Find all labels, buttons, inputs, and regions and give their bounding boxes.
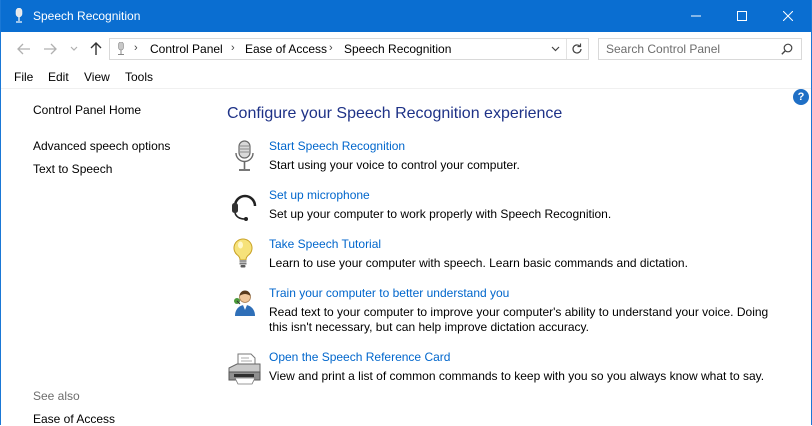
search-box[interactable] — [598, 38, 802, 60]
up-arrow-icon — [90, 42, 102, 55]
breadcrumb-speech-recognition[interactable]: Speech Recognition — [344, 42, 451, 56]
address-bar[interactable]: › Control Panel › Ease of Access › Speec… — [109, 38, 589, 60]
address-divider — [566, 39, 567, 59]
menu-view[interactable]: View — [84, 70, 110, 84]
breadcrumb-separator: › — [134, 42, 138, 54]
control-panel-home-link[interactable]: Control Panel Home — [33, 103, 141, 117]
maximize-button[interactable] — [719, 0, 765, 32]
task-description: Learn to use your computer with speech. … — [269, 256, 688, 270]
set-up-microphone-link[interactable]: Set up microphone — [269, 188, 370, 202]
microphone-icon — [235, 140, 254, 171]
menu-tools[interactable]: Tools — [125, 70, 153, 84]
speech-recognition-window: Speech Recognition › Control Panel › Eas… — [0, 0, 812, 426]
train-computer-link[interactable]: Train your computer to better understand… — [269, 286, 509, 300]
back-button[interactable] — [15, 40, 33, 58]
minimize-icon — [691, 15, 701, 17]
search-icon[interactable] — [781, 43, 793, 55]
advanced-speech-options-link[interactable]: Advanced speech options — [33, 139, 170, 153]
up-button[interactable] — [87, 40, 105, 58]
address-dropdown-icon[interactable] — [551, 46, 560, 52]
search-input[interactable] — [606, 41, 771, 57]
task-description: Set up your computer to work properly wi… — [269, 207, 612, 221]
menu-file[interactable]: File — [14, 70, 33, 84]
maximize-icon — [737, 11, 747, 21]
see-also-label: See also — [33, 389, 80, 403]
breadcrumb-control-panel[interactable]: Control Panel — [150, 42, 223, 56]
forward-button[interactable] — [41, 40, 59, 58]
recent-locations-button[interactable] — [65, 40, 83, 58]
refresh-icon[interactable] — [571, 43, 583, 55]
lightbulb-icon — [233, 238, 253, 268]
task-description: Start using your voice to control your c… — [269, 158, 520, 172]
title-bar[interactable]: Speech Recognition — [1, 0, 811, 32]
forward-arrow-icon — [44, 43, 57, 55]
take-speech-tutorial-link[interactable]: Take Speech Tutorial — [269, 237, 381, 251]
printer-icon — [228, 353, 261, 385]
microphone-location-icon — [118, 42, 124, 55]
headset-icon — [232, 194, 257, 221]
window-title: Speech Recognition — [33, 9, 141, 23]
close-icon — [783, 11, 793, 21]
breadcrumb-ease-of-access[interactable]: Ease of Access — [245, 42, 327, 56]
microphone-app-icon — [15, 8, 23, 23]
back-arrow-icon — [17, 43, 30, 55]
help-button[interactable]: ? — [793, 89, 809, 105]
text-to-speech-link[interactable]: Text to Speech — [33, 162, 112, 176]
menu-bar: File Edit View Tools — [1, 66, 811, 89]
breadcrumb-separator: › — [231, 42, 235, 54]
page-heading: Configure your Speech Recognition experi… — [227, 105, 563, 122]
user-training-icon — [234, 290, 255, 316]
chevron-down-icon — [70, 46, 78, 51]
ease-of-access-link[interactable]: Ease of Access — [33, 412, 115, 426]
menu-edit[interactable]: Edit — [48, 70, 69, 84]
task-description: Read text to your computer to improve yo… — [269, 305, 769, 334]
breadcrumb-separator: › — [329, 42, 333, 54]
task-description: View and print a list of common commands… — [269, 369, 765, 383]
minimize-button[interactable] — [673, 0, 719, 32]
start-speech-recognition-link[interactable]: Start Speech Recognition — [269, 139, 405, 153]
open-speech-reference-card-link[interactable]: Open the Speech Reference Card — [269, 350, 450, 364]
close-button[interactable] — [765, 0, 811, 32]
